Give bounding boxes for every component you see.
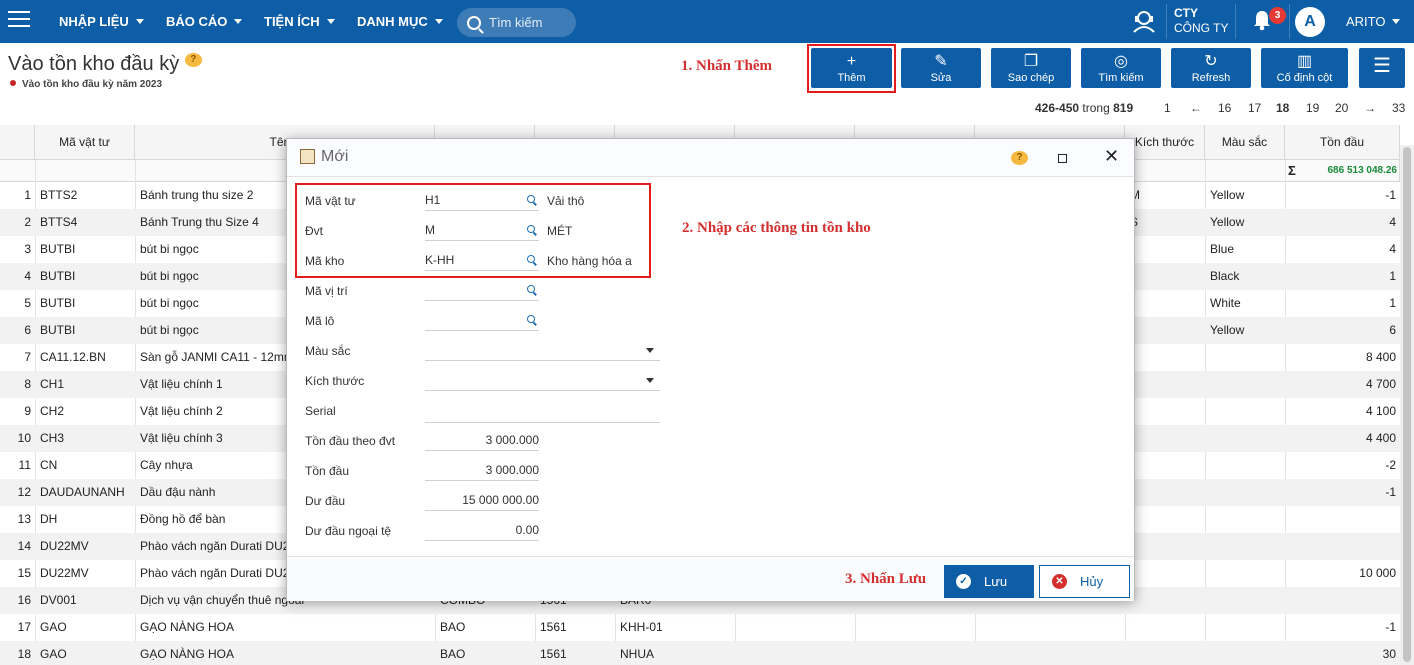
- label-du-dau-ngoai-te: Dư đầu ngoại tệ: [305, 524, 392, 538]
- label-ton-dau: Tồn đầu: [305, 464, 350, 478]
- kich-thuoc-select[interactable]: [425, 369, 660, 391]
- label-du-dau: Dư đầu: [305, 494, 346, 508]
- ma-vi-tri-input[interactable]: [425, 279, 539, 301]
- save-button[interactable]: ✓ Lưu: [944, 565, 1034, 598]
- label-serial: Serial: [305, 404, 336, 418]
- du-dau-ngoai-te-input[interactable]: 0.00: [425, 519, 539, 541]
- dialog-header: Mới ? ✕: [287, 139, 1134, 177]
- cancel-button[interactable]: ✕ Hủy: [1039, 565, 1130, 598]
- cancel-button-label: Hủy: [1080, 574, 1104, 589]
- ton-dau-input[interactable]: 3 000.000: [425, 459, 539, 481]
- ton-dau-dvt-input[interactable]: 3 000.000: [425, 429, 539, 451]
- save-button-label: Lưu: [984, 574, 1008, 589]
- modal-overlay: Mới ? ✕ Mã vật tư H1 Vải thô Đvt M MÉT M…: [0, 0, 1414, 665]
- check-circle-icon: ✓: [956, 574, 971, 589]
- label-mau-sac: Màu sắc: [305, 344, 351, 358]
- annotation-step3: 3. Nhấn Lưu: [845, 571, 927, 587]
- ma-lo-input[interactable]: [425, 309, 539, 331]
- maximize-icon[interactable]: [1058, 154, 1067, 163]
- label-kich-thuoc: Kích thước: [305, 374, 365, 388]
- caret-down-icon: [646, 378, 654, 383]
- annotation-step2: 2. Nhập các thông tin tồn kho: [682, 220, 871, 236]
- mau-sac-select[interactable]: [425, 339, 660, 361]
- help-icon[interactable]: ?: [1011, 151, 1028, 165]
- dialog-title: Mới: [321, 148, 349, 165]
- serial-input[interactable]: [425, 401, 660, 423]
- lookup-search-icon[interactable]: [527, 285, 535, 293]
- caret-down-icon: [646, 348, 654, 353]
- close-icon[interactable]: ✕: [1104, 146, 1119, 167]
- label-ma-lo: Mã lô: [305, 314, 335, 328]
- dialog-footer: 3. Nhấn Lưu ✓ Lưu ✕ Hủy: [287, 556, 1134, 601]
- label-ma-vi-tri: Mã vị trí: [305, 284, 348, 298]
- cancel-circle-icon: ✕: [1052, 574, 1067, 589]
- new-record-dialog: Mới ? ✕ Mã vật tư H1 Vải thô Đvt M MÉT M…: [286, 138, 1135, 601]
- highlight-key-fields: [295, 183, 651, 278]
- du-dau-input[interactable]: 15 000 000.00: [425, 489, 539, 511]
- form-icon: [300, 149, 315, 164]
- lookup-search-icon[interactable]: [527, 315, 535, 323]
- label-ton-dau-dvt: Tồn đầu theo đvt: [305, 434, 396, 448]
